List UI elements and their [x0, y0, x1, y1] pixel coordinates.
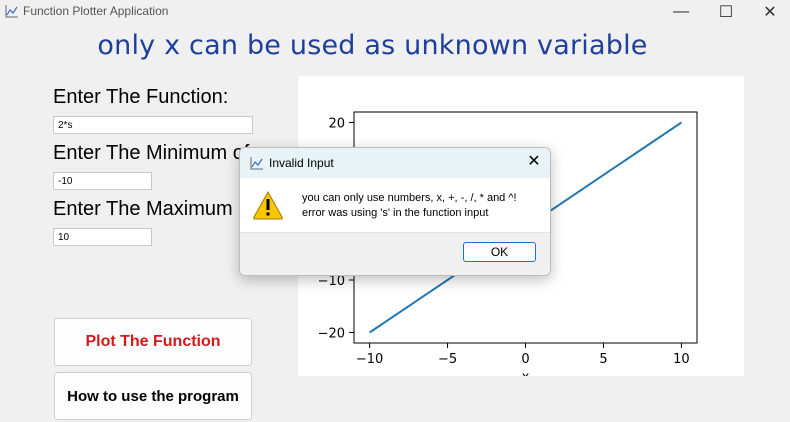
- instruction-banner: only x can be used as unknown variable: [97, 30, 648, 61]
- invalid-input-dialog: Invalid Input ✕ you can only use numbers…: [239, 147, 551, 276]
- y-tick-label: 20: [328, 117, 345, 132]
- minimum-input[interactable]: [53, 172, 152, 190]
- function-input[interactable]: [53, 116, 253, 134]
- x-tick-label: 5: [599, 352, 607, 367]
- x-tick-label: −5: [438, 352, 457, 367]
- dialog-title-bar: Invalid Input ✕: [240, 148, 550, 178]
- ok-button[interactable]: OK: [463, 242, 536, 262]
- warning-icon: [253, 190, 283, 220]
- maximum-input[interactable]: [53, 228, 152, 246]
- y-tick-label: −20: [318, 327, 345, 342]
- dialog-message-line2: error was using 's' in the function inpu…: [302, 207, 489, 219]
- close-button[interactable]: ✕: [747, 0, 790, 24]
- app-icon: [250, 157, 263, 170]
- title-bar: Function Plotter Application — ☐ ✕: [0, 0, 790, 24]
- dialog-message: you can only use numbers, x, +, -, /, * …: [302, 191, 517, 221]
- function-label: Enter The Function:: [53, 86, 229, 108]
- x-axis-label: x: [522, 370, 530, 376]
- x-tick-label: −10: [356, 352, 383, 367]
- help-button[interactable]: How to use the program: [54, 372, 252, 420]
- plot-button[interactable]: Plot The Function: [54, 318, 252, 366]
- window-title: Function Plotter Application: [23, 4, 169, 18]
- app-icon: [5, 5, 18, 18]
- x-tick-label: 10: [673, 352, 690, 367]
- dialog-message-line1: you can only use numbers, x, +, -, /, * …: [302, 192, 517, 204]
- minimum-label: Enter The Minimum of: [53, 142, 250, 164]
- x-tick-label: 0: [521, 352, 529, 367]
- dialog-footer: OK: [240, 232, 550, 275]
- y-tick-label: −10: [318, 274, 345, 289]
- dialog-close-button[interactable]: ✕: [525, 153, 543, 171]
- maximize-button[interactable]: ☐: [703, 0, 749, 24]
- dialog-title: Invalid Input: [269, 156, 334, 170]
- minimize-button[interactable]: —: [658, 0, 704, 24]
- maximum-label: Enter The Maximum: [53, 198, 233, 220]
